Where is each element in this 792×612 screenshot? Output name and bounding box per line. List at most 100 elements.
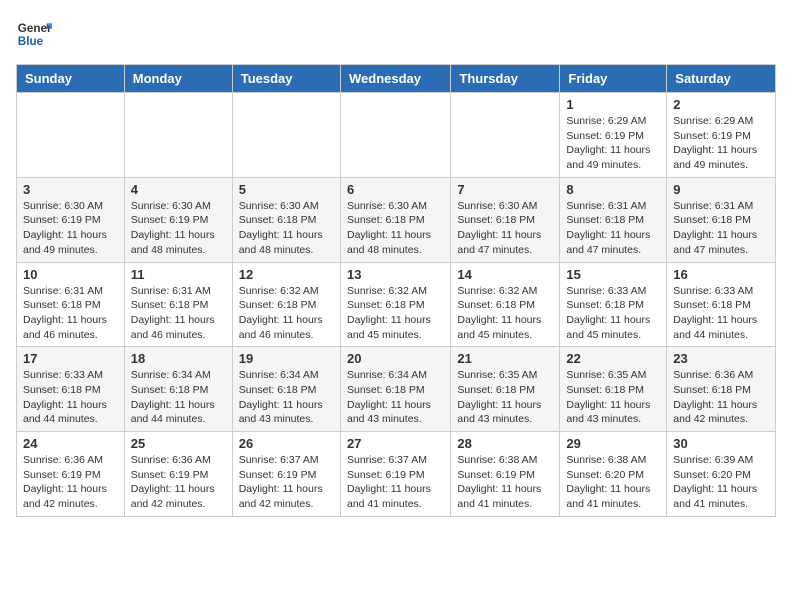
calendar-cell: 3 Sunrise: 6:30 AM Sunset: 6:19 PM Daylig… xyxy=(17,177,125,262)
day-info: Sunrise: 6:39 AM Sunset: 6:20 PM Dayligh… xyxy=(673,453,769,512)
day-info: Sunrise: 6:38 AM Sunset: 6:20 PM Dayligh… xyxy=(566,453,660,512)
calendar-cell: 5 Sunrise: 6:30 AM Sunset: 6:18 PM Daylig… xyxy=(232,177,340,262)
calendar-cell: 14 Sunrise: 6:32 AM Sunset: 6:18 PM Dayli… xyxy=(451,262,560,347)
day-number: 19 xyxy=(239,351,334,366)
col-header-thursday: Thursday xyxy=(451,65,560,93)
day-number: 21 xyxy=(457,351,553,366)
day-number: 3 xyxy=(23,182,118,197)
day-info: Sunrise: 6:33 AM Sunset: 6:18 PM Dayligh… xyxy=(566,284,660,343)
day-info: Sunrise: 6:31 AM Sunset: 6:18 PM Dayligh… xyxy=(566,199,660,258)
day-number: 14 xyxy=(457,267,553,282)
calendar-cell: 21 Sunrise: 6:35 AM Sunset: 6:18 PM Dayli… xyxy=(451,347,560,432)
day-number: 7 xyxy=(457,182,553,197)
col-header-saturday: Saturday xyxy=(667,65,776,93)
day-info: Sunrise: 6:31 AM Sunset: 6:18 PM Dayligh… xyxy=(23,284,118,343)
day-info: Sunrise: 6:31 AM Sunset: 6:18 PM Dayligh… xyxy=(131,284,226,343)
calendar-cell: 23 Sunrise: 6:36 AM Sunset: 6:18 PM Dayli… xyxy=(667,347,776,432)
calendar-cell: 25 Sunrise: 6:36 AM Sunset: 6:19 PM Dayli… xyxy=(124,432,232,517)
calendar-week-1: 1 Sunrise: 6:29 AM Sunset: 6:19 PM Daylig… xyxy=(17,93,776,178)
calendar-cell xyxy=(451,93,560,178)
calendar-cell xyxy=(232,93,340,178)
calendar-cell: 20 Sunrise: 6:34 AM Sunset: 6:18 PM Dayli… xyxy=(340,347,450,432)
col-header-monday: Monday xyxy=(124,65,232,93)
day-number: 9 xyxy=(673,182,769,197)
day-number: 23 xyxy=(673,351,769,366)
col-header-sunday: Sunday xyxy=(17,65,125,93)
day-info: Sunrise: 6:33 AM Sunset: 6:18 PM Dayligh… xyxy=(23,368,118,427)
day-info: Sunrise: 6:30 AM Sunset: 6:18 PM Dayligh… xyxy=(239,199,334,258)
day-info: Sunrise: 6:30 AM Sunset: 6:19 PM Dayligh… xyxy=(23,199,118,258)
day-info: Sunrise: 6:36 AM Sunset: 6:19 PM Dayligh… xyxy=(23,453,118,512)
calendar-cell: 19 Sunrise: 6:34 AM Sunset: 6:18 PM Dayli… xyxy=(232,347,340,432)
calendar-cell xyxy=(17,93,125,178)
day-number: 26 xyxy=(239,436,334,451)
calendar-cell: 18 Sunrise: 6:34 AM Sunset: 6:18 PM Dayli… xyxy=(124,347,232,432)
calendar-cell: 12Sunrise: 6:32 AM Sunset: 6:18 PM Dayli… xyxy=(232,262,340,347)
calendar-week-4: 17 Sunrise: 6:33 AM Sunset: 6:18 PM Dayli… xyxy=(17,347,776,432)
calendar-cell xyxy=(340,93,450,178)
day-info: Sunrise: 6:34 AM Sunset: 6:18 PM Dayligh… xyxy=(239,368,334,427)
day-info: Sunrise: 6:32 AM Sunset: 6:18 PM Dayligh… xyxy=(347,284,444,343)
calendar-cell: 28Sunrise: 6:38 AM Sunset: 6:19 PM Dayli… xyxy=(451,432,560,517)
day-info: Sunrise: 6:30 AM Sunset: 6:19 PM Dayligh… xyxy=(131,199,226,258)
day-number: 17 xyxy=(23,351,118,366)
col-header-tuesday: Tuesday xyxy=(232,65,340,93)
day-number: 28 xyxy=(457,436,553,451)
calendar-cell: 22 Sunrise: 6:35 AM Sunset: 6:18 PM Dayli… xyxy=(560,347,667,432)
calendar-cell: 27 Sunrise: 6:37 AM Sunset: 6:19 PM Dayli… xyxy=(340,432,450,517)
day-number: 6 xyxy=(347,182,444,197)
day-number: 1 xyxy=(566,97,660,112)
day-info: Sunrise: 6:37 AM Sunset: 6:19 PM Dayligh… xyxy=(347,453,444,512)
day-number: 2 xyxy=(673,97,769,112)
calendar-cell xyxy=(124,93,232,178)
day-info: Sunrise: 6:35 AM Sunset: 6:18 PM Dayligh… xyxy=(566,368,660,427)
day-info: Sunrise: 6:30 AM Sunset: 6:18 PM Dayligh… xyxy=(347,199,444,258)
calendar-cell: 4 Sunrise: 6:30 AM Sunset: 6:19 PM Daylig… xyxy=(124,177,232,262)
day-info: Sunrise: 6:31 AM Sunset: 6:18 PM Dayligh… xyxy=(673,199,769,258)
day-info: Sunrise: 6:32 AM Sunset: 6:18 PM Dayligh… xyxy=(457,284,553,343)
svg-text:Blue: Blue xyxy=(18,35,44,48)
day-info: Sunrise: 6:36 AM Sunset: 6:18 PM Dayligh… xyxy=(673,368,769,427)
calendar-week-2: 3 Sunrise: 6:30 AM Sunset: 6:19 PM Daylig… xyxy=(17,177,776,262)
calendar-week-3: 10Sunrise: 6:31 AM Sunset: 6:18 PM Dayli… xyxy=(17,262,776,347)
day-number: 4 xyxy=(131,182,226,197)
day-info: Sunrise: 6:35 AM Sunset: 6:18 PM Dayligh… xyxy=(457,368,553,427)
calendar-cell: 1 Sunrise: 6:29 AM Sunset: 6:19 PM Daylig… xyxy=(560,93,667,178)
day-number: 5 xyxy=(239,182,334,197)
logo-icon: General Blue xyxy=(16,16,52,52)
calendar-cell: 17 Sunrise: 6:33 AM Sunset: 6:18 PM Dayli… xyxy=(17,347,125,432)
day-info: Sunrise: 6:29 AM Sunset: 6:19 PM Dayligh… xyxy=(673,114,769,173)
calendar-cell: 7 Sunrise: 6:30 AM Sunset: 6:18 PM Daylig… xyxy=(451,177,560,262)
day-info: Sunrise: 6:37 AM Sunset: 6:19 PM Dayligh… xyxy=(239,453,334,512)
day-number: 24 xyxy=(23,436,118,451)
day-number: 25 xyxy=(131,436,226,451)
calendar-cell: 6 Sunrise: 6:30 AM Sunset: 6:18 PM Daylig… xyxy=(340,177,450,262)
day-info: Sunrise: 6:36 AM Sunset: 6:19 PM Dayligh… xyxy=(131,453,226,512)
day-number: 22 xyxy=(566,351,660,366)
calendar-cell: 11 Sunrise: 6:31 AM Sunset: 6:18 PM Dayli… xyxy=(124,262,232,347)
day-number: 16 xyxy=(673,267,769,282)
calendar-cell: 2 Sunrise: 6:29 AM Sunset: 6:19 PM Daylig… xyxy=(667,93,776,178)
day-number: 11 xyxy=(131,267,226,282)
calendar-header-row: SundayMondayTuesdayWednesdayThursdayFrid… xyxy=(17,65,776,93)
day-number: 8 xyxy=(566,182,660,197)
calendar-cell: 13 Sunrise: 6:32 AM Sunset: 6:18 PM Dayli… xyxy=(340,262,450,347)
calendar-cell: 30Sunrise: 6:39 AM Sunset: 6:20 PM Dayli… xyxy=(667,432,776,517)
day-number: 13 xyxy=(347,267,444,282)
calendar-cell: 26 Sunrise: 6:37 AM Sunset: 6:19 PM Dayli… xyxy=(232,432,340,517)
day-number: 18 xyxy=(131,351,226,366)
calendar-cell: 29 Sunrise: 6:38 AM Sunset: 6:20 PM Dayli… xyxy=(560,432,667,517)
day-info: Sunrise: 6:33 AM Sunset: 6:18 PM Dayligh… xyxy=(673,284,769,343)
day-info: Sunrise: 6:29 AM Sunset: 6:19 PM Dayligh… xyxy=(566,114,660,173)
col-header-friday: Friday xyxy=(560,65,667,93)
day-number: 12 xyxy=(239,267,334,282)
day-number: 29 xyxy=(566,436,660,451)
day-number: 15 xyxy=(566,267,660,282)
day-number: 20 xyxy=(347,351,444,366)
day-info: Sunrise: 6:34 AM Sunset: 6:18 PM Dayligh… xyxy=(347,368,444,427)
day-info: Sunrise: 6:30 AM Sunset: 6:18 PM Dayligh… xyxy=(457,199,553,258)
calendar-cell: 9 Sunrise: 6:31 AM Sunset: 6:18 PM Daylig… xyxy=(667,177,776,262)
col-header-wednesday: Wednesday xyxy=(340,65,450,93)
day-info: Sunrise: 6:34 AM Sunset: 6:18 PM Dayligh… xyxy=(131,368,226,427)
day-number: 27 xyxy=(347,436,444,451)
